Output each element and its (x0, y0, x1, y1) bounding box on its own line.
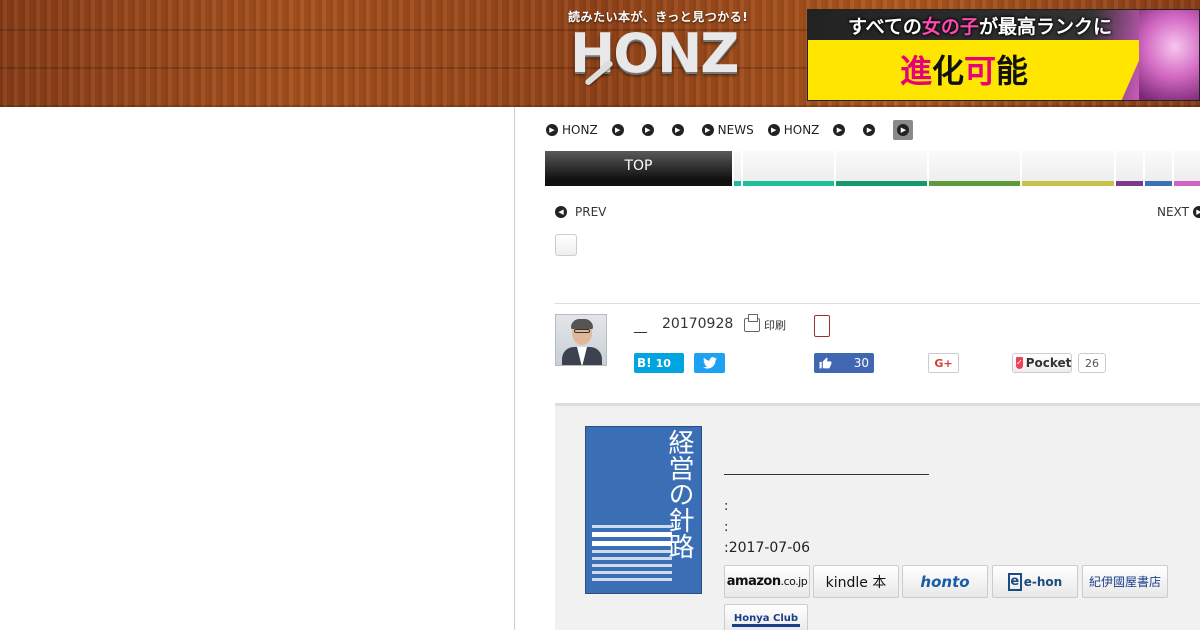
nav-item-active[interactable]: ▶ (893, 120, 914, 140)
twitter-share-button[interactable] (694, 353, 725, 373)
tab-stripe (1116, 181, 1143, 186)
chevron-right-icon: ▶ (611, 124, 624, 136)
next-link[interactable]: NEXT ▶ (1157, 205, 1200, 219)
kindle-button[interactable]: kindle 本 (813, 565, 899, 598)
twitter-bird-icon (702, 357, 717, 369)
tab-stripe (734, 181, 741, 186)
ehon-logo-icon: e (1007, 572, 1022, 591)
pocket-icon: ✓ (1016, 357, 1023, 369)
chevron-left-icon: ◀ (555, 206, 567, 218)
honto-button[interactable]: honto (902, 565, 988, 598)
kinokuniya-button[interactable]: 紀伊國屋書店 (1082, 565, 1168, 598)
ad-subheadline: 進化可能 (900, 52, 1029, 90)
category-bar: TOP (545, 151, 1200, 186)
pocket-button[interactable]: ✓ Pocket (1012, 353, 1072, 373)
chevron-right-icon: ▶ (863, 124, 876, 136)
post-date: 20170928 (662, 316, 734, 332)
facebook-like-button[interactable]: 30 (814, 353, 874, 373)
tab-category-3[interactable] (836, 151, 927, 186)
tab-stripe (836, 181, 927, 186)
chevron-right-icon: ▶ (897, 124, 910, 136)
site-header: 読みたい本が、きっと見つかる! HONZ すべての女の子が最高ランクに 進化可能 (0, 0, 1200, 107)
tab-category-4[interactable] (929, 151, 1020, 186)
book-cover[interactable]: 経営の針路 (585, 426, 702, 594)
tab-top[interactable]: TOP (545, 151, 732, 186)
tab-stripe (929, 181, 1020, 186)
tab-category-5[interactable] (1022, 151, 1114, 186)
tab-category-1[interactable] (734, 151, 741, 186)
ad-headline: すべての女の子が最高ランクに (848, 16, 1112, 38)
tab-stripe (1022, 181, 1114, 186)
book-cover-text (592, 525, 672, 585)
author-name[interactable]: __ (634, 319, 647, 334)
thumbs-up-icon (819, 357, 832, 368)
chevron-right-icon: ▶ (1192, 206, 1200, 218)
pager: ◀ PREV NEXT ▶ (555, 205, 1200, 221)
book-release-date: :2017-07-06 (724, 540, 811, 556)
tab-category-6[interactable] (1116, 151, 1143, 186)
tab-category-7[interactable] (1145, 151, 1172, 186)
tab-stripe (743, 181, 834, 186)
placeholder-button[interactable] (555, 234, 577, 256)
chevron-right-icon: ▶ (701, 124, 714, 136)
chevron-right-icon: ▶ (767, 124, 780, 136)
book-publisher: : (724, 520, 729, 535)
nav-item-4[interactable]: ▶ (671, 124, 688, 136)
google-plus-button[interactable]: G+ (928, 353, 959, 373)
top-nav: ▶ HONZ ▶ ▶ ▶ ▶ NEWS ▶ HONZ ▶ ▶ ▶ (546, 120, 927, 140)
honya-club-button[interactable]: Honya Club (724, 604, 808, 630)
chevron-right-icon: ▶ (833, 124, 846, 136)
divider (555, 303, 1200, 304)
tab-stripe (1145, 181, 1172, 186)
print-button[interactable]: 印刷 (744, 314, 786, 333)
amazon-button[interactable]: amazon .co.jp (724, 565, 810, 598)
chevron-right-icon: ▶ (546, 124, 558, 136)
nav-item-honz-2[interactable]: ▶ HONZ (767, 123, 819, 137)
bookmark-button[interactable] (814, 315, 830, 337)
chevron-right-icon: ▶ (641, 124, 654, 136)
nav-item-8[interactable]: ▶ (863, 124, 879, 136)
nav-item-honz[interactable]: ▶ HONZ (546, 123, 598, 137)
tab-category-2[interactable] (743, 151, 834, 186)
honz-logo[interactable]: 読みたい本が、きっと見つかる! HONZ (568, 8, 748, 98)
pocket-count: 26 (1078, 353, 1106, 373)
nav-item-news[interactable]: ▶ NEWS (701, 123, 754, 137)
ad-character-art (1139, 10, 1199, 100)
nav-item-7[interactable]: ▶ (833, 124, 849, 136)
chevron-right-icon: ▶ (671, 124, 684, 136)
tab-category-8[interactable] (1174, 151, 1200, 186)
ad-banner[interactable]: すべての女の子が最高ランクに 進化可能 (807, 9, 1200, 101)
book-author: : (724, 499, 729, 514)
book-title-link[interactable] (724, 474, 929, 475)
prev-link[interactable]: ◀ PREV (555, 205, 606, 219)
ehon-button[interactable]: e e-hon (992, 565, 1078, 598)
tab-stripe (1174, 181, 1200, 186)
nav-item-3[interactable]: ▶ (641, 124, 658, 136)
printer-icon (744, 314, 760, 332)
tab-stripe (545, 181, 732, 186)
column-divider (514, 107, 515, 630)
nav-item-2[interactable]: ▶ (611, 124, 628, 136)
author-avatar[interactable] (555, 314, 607, 366)
hatena-bookmark-button[interactable]: B! 10 (634, 353, 684, 373)
